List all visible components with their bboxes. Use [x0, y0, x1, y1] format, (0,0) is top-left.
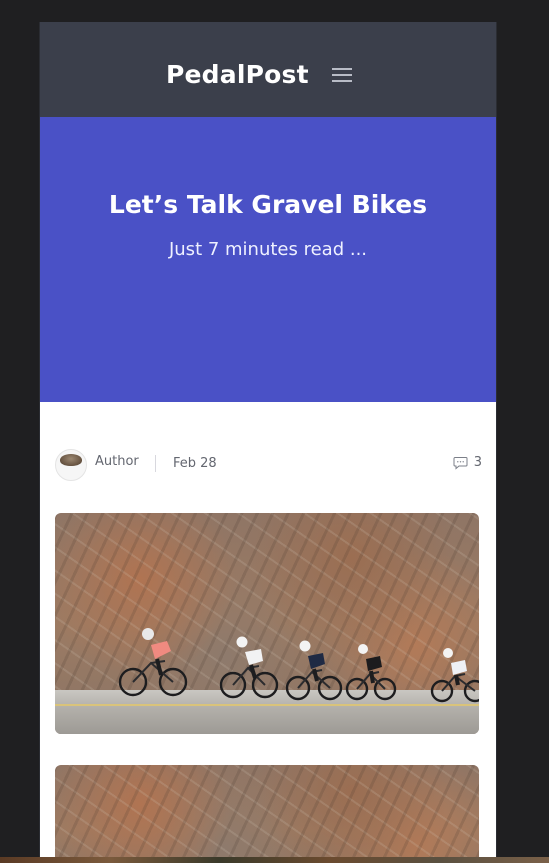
author-link[interactable]: Author: [95, 453, 139, 471]
post-title: Let’s Talk Gravel Bikes: [108, 190, 428, 219]
comments-link[interactable]: 3: [453, 454, 482, 472]
menu-bar: [332, 74, 352, 76]
hero-banner: Let’s Talk Gravel Bikes Just 7 minutes r…: [40, 117, 496, 402]
hamburger-menu-icon[interactable]: [330, 64, 354, 86]
divider: [155, 455, 156, 472]
post-date: Feb 28: [173, 456, 217, 471]
bottom-strip: [0, 857, 549, 863]
read-time: Just 7 minutes read ...: [168, 239, 368, 260]
avatar[interactable]: [55, 449, 87, 481]
post-image[interactable]: [55, 513, 479, 734]
comment-bubble-icon: [453, 457, 468, 470]
comment-count: 3: [473, 455, 482, 470]
menu-bar: [332, 80, 352, 82]
post-meta: Author Feb 28 3: [54, 447, 482, 481]
avatar-image: [60, 454, 82, 466]
cyclists-illustration: [118, 628, 479, 703]
post-image[interactable]: [55, 765, 479, 863]
navbar: PedalPost: [40, 22, 496, 117]
mobile-page: PedalPost Let’s Talk Gravel Bikes Just 7…: [39, 22, 497, 863]
menu-bar: [332, 68, 352, 70]
rock-wall: [55, 765, 479, 863]
brand-logo[interactable]: PedalPost: [166, 56, 309, 94]
